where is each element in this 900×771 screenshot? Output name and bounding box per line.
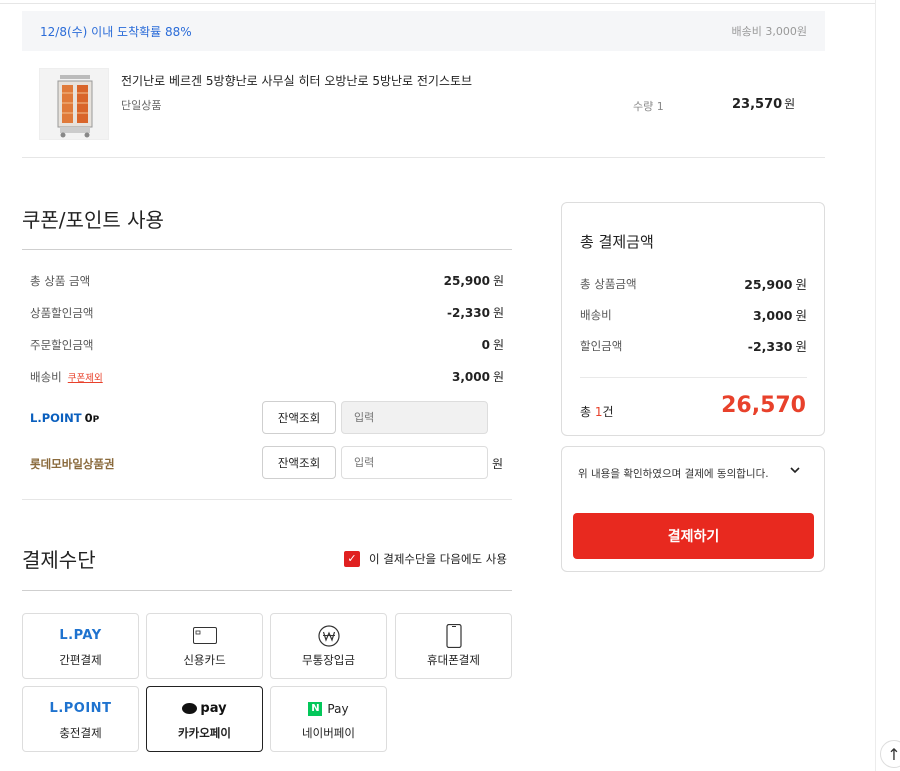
summary-label: 배송비 — [580, 308, 612, 322]
mobile-voucher-row: 롯데모바일상품권 잔액조회 원 — [22, 446, 512, 480]
lpoint-label: L.POINT 0P — [30, 411, 100, 425]
summary-row-product-total: 총 상품금액 25,900 원 — [580, 273, 807, 293]
product-name[interactable]: 전기난로 베르겐 5방향난로 사무실 히터 오방난로 5방난로 전기스토브 — [121, 72, 472, 89]
amount-label: 배송비 쿠폰제외 — [30, 370, 103, 384]
summary-row-discount: 할인금액 -2,330 원 — [580, 335, 807, 355]
delivery-eta: 12/8(수) 이내 도착확률 88% — [40, 24, 192, 39]
amount-value: 25,900 원 — [443, 274, 504, 288]
arrow-up-icon: ↑ — [887, 744, 900, 764]
payment-section-title: 결제수단 — [22, 548, 96, 572]
amount-row-shipping: 배송비 쿠폰제외 3,000 원 — [22, 366, 504, 398]
summary-value: -2,330 원 — [747, 339, 807, 354]
payment-method-kakaopay[interactable]: pay 카카오페이 — [146, 686, 263, 752]
lpay-logo-icon: L.PAY — [59, 628, 102, 643]
lpoint-balance-button[interactable]: 잔액조회 — [262, 401, 336, 434]
shipping-fee-label: 배송비 3,000원 — [731, 25, 807, 38]
naver-n-icon: N — [308, 701, 323, 716]
product-thumbnail — [39, 68, 109, 140]
amount-row-order-discount: 주문할인금액 0원 — [22, 334, 504, 366]
checkbox-checked-icon[interactable]: ✓ — [344, 551, 360, 567]
amount-value: 3,000 원 — [451, 370, 504, 384]
lpoint-logo-icon: L.POINT — [49, 701, 112, 716]
scroll-to-top-button[interactable]: ↑ — [880, 740, 900, 768]
payment-method-label: 네이버페이 — [302, 725, 355, 740]
payment-method-mobile[interactable]: 휴대폰결제 — [395, 613, 512, 679]
summary-value: 3,000 원 — [752, 308, 807, 323]
amount-row-product-discount: 상품할인금액 -2,330 원 — [22, 302, 504, 334]
summary-label: 할인금액 — [580, 339, 623, 353]
speech-bubble-icon — [182, 703, 198, 714]
summary-title: 총 결제금액 — [580, 233, 654, 251]
credit-card-icon — [192, 627, 217, 644]
coupon-amount-list: 총 상품 금액 25,900 원 상품할인금액 -2,330 원 주문할인금액 0원… — [22, 270, 504, 398]
summary-total-amount: 26,570 — [721, 393, 806, 418]
amount-label: 상품할인금액 — [30, 306, 94, 320]
pay-button[interactable]: 결제하기 — [573, 513, 814, 559]
chevron-down-icon[interactable] — [788, 463, 802, 477]
coupon-section-title: 쿠폰/포인트 사용 — [22, 208, 164, 232]
lpoint-row: L.POINT 0P 잔액조회 — [22, 401, 512, 435]
payment-method-lpay[interactable]: L.PAY 간편결제 — [22, 613, 139, 679]
amount-label: 총 상품 금액 — [30, 274, 91, 288]
mobile-voucher-unit: 원 — [492, 457, 504, 471]
mobile-voucher-input[interactable] — [341, 446, 488, 479]
payment-method-label: 무통장입금 — [302, 652, 355, 667]
summary-row-shipping: 배송비 3,000 원 — [580, 304, 807, 324]
mobile-voucher-label: 롯데모바일상품권 — [30, 457, 115, 471]
summary-divider — [580, 377, 807, 378]
won-coin-icon — [317, 624, 340, 647]
amount-row-total: 총 상품 금액 25,900 원 — [22, 270, 504, 302]
product-price: 23,570 원 — [732, 97, 796, 112]
payment-method-naverpay[interactable]: N Pay 네이버페이 — [270, 686, 387, 752]
naverpay-logo-icon: N Pay — [308, 701, 349, 716]
amount-value: 0원 — [481, 338, 504, 352]
payment-method-lpoint-charge[interactable]: L.POINT 충전결제 — [22, 686, 139, 752]
product-option: 단일상품 — [121, 99, 162, 112]
payment-method-credit-card[interactable]: 신용카드 — [146, 613, 263, 679]
product-quantity: 수량 1 — [633, 100, 664, 113]
reuse-payment-checkbox[interactable]: ✓ 이 결제수단을 다음에도 사용 — [344, 551, 507, 567]
payment-summary-box: 총 결제금액 총 상품금액 25,900 원 배송비 3,000 원 할인금액 -2… — [561, 202, 825, 436]
payment-method-label: 휴대폰결제 — [427, 652, 480, 667]
lpoint-input[interactable] — [341, 401, 488, 434]
payment-method-label: 카카오페이 — [178, 725, 231, 740]
payment-divider — [22, 590, 512, 591]
reuse-payment-label: 이 결제수단을 다음에도 사용 — [369, 552, 507, 566]
summary-item-count: 총 1건 — [580, 405, 614, 419]
summary-value: 25,900 원 — [744, 277, 807, 292]
mobile-voucher-balance-button[interactable]: 잔액조회 — [262, 446, 336, 479]
coupon-divider — [22, 249, 512, 250]
amount-label: 주문할인금액 — [30, 338, 94, 352]
delivery-info-bar: 12/8(수) 이내 도착확률 88% 배송비 3,000원 — [22, 11, 825, 51]
right-scroll-area[interactable] — [875, 0, 900, 771]
top-divider — [0, 3, 900, 4]
mobile-phone-icon — [445, 623, 462, 648]
order-product-row: 전기난로 베르겐 5방향난로 사무실 히터 오방난로 5방난로 전기스토브 단일… — [22, 58, 825, 158]
payment-method-bank-transfer[interactable]: 무통장입금 — [270, 613, 387, 679]
payment-method-label: 신용카드 — [183, 652, 226, 667]
coupon-bottom-divider — [22, 499, 512, 500]
amount-value: -2,330 원 — [447, 306, 504, 320]
summary-label: 총 상품금액 — [580, 277, 637, 291]
heater-image-icon — [57, 75, 93, 138]
payment-method-label: 충전결제 — [59, 725, 102, 740]
agreement-box: 위 내용을 확인하였으며 결제에 동의합니다. 결제하기 — [561, 446, 825, 572]
agreement-text: 위 내용을 확인하였으며 결제에 동의합니다. — [578, 468, 769, 480]
payment-method-label: 간편결제 — [59, 652, 102, 667]
coupon-excluded-tag: 쿠폰제외 — [67, 373, 103, 384]
kakaopay-logo-icon: pay — [182, 701, 227, 716]
